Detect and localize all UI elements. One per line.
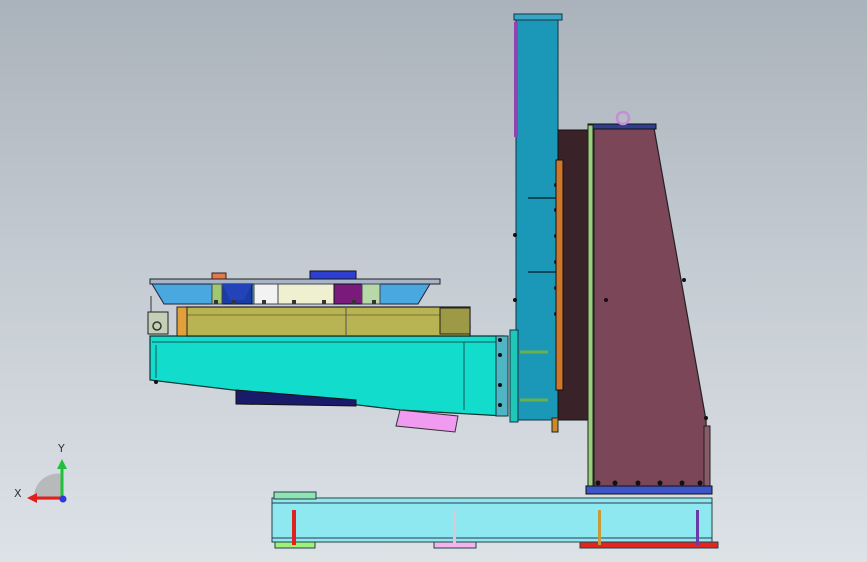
gearbox-housing[interactable] — [585, 110, 713, 495]
tilting-boom[interactable] — [149, 320, 509, 433]
cad-viewport[interactable]: Y X — [0, 0, 867, 562]
assembly-drawing — [27, 13, 719, 549]
x-axis-label: X — [14, 487, 22, 500]
rotation-disc[interactable] — [551, 129, 589, 433]
y-axis-arrowhead — [57, 459, 67, 469]
y-axis-label: Y — [58, 442, 65, 455]
base-frame[interactable] — [271, 491, 719, 549]
worktable[interactable] — [149, 270, 441, 305]
x-axis-arrowhead — [27, 493, 37, 503]
view-triad — [27, 459, 67, 503]
z-axis-dot — [59, 495, 67, 503]
